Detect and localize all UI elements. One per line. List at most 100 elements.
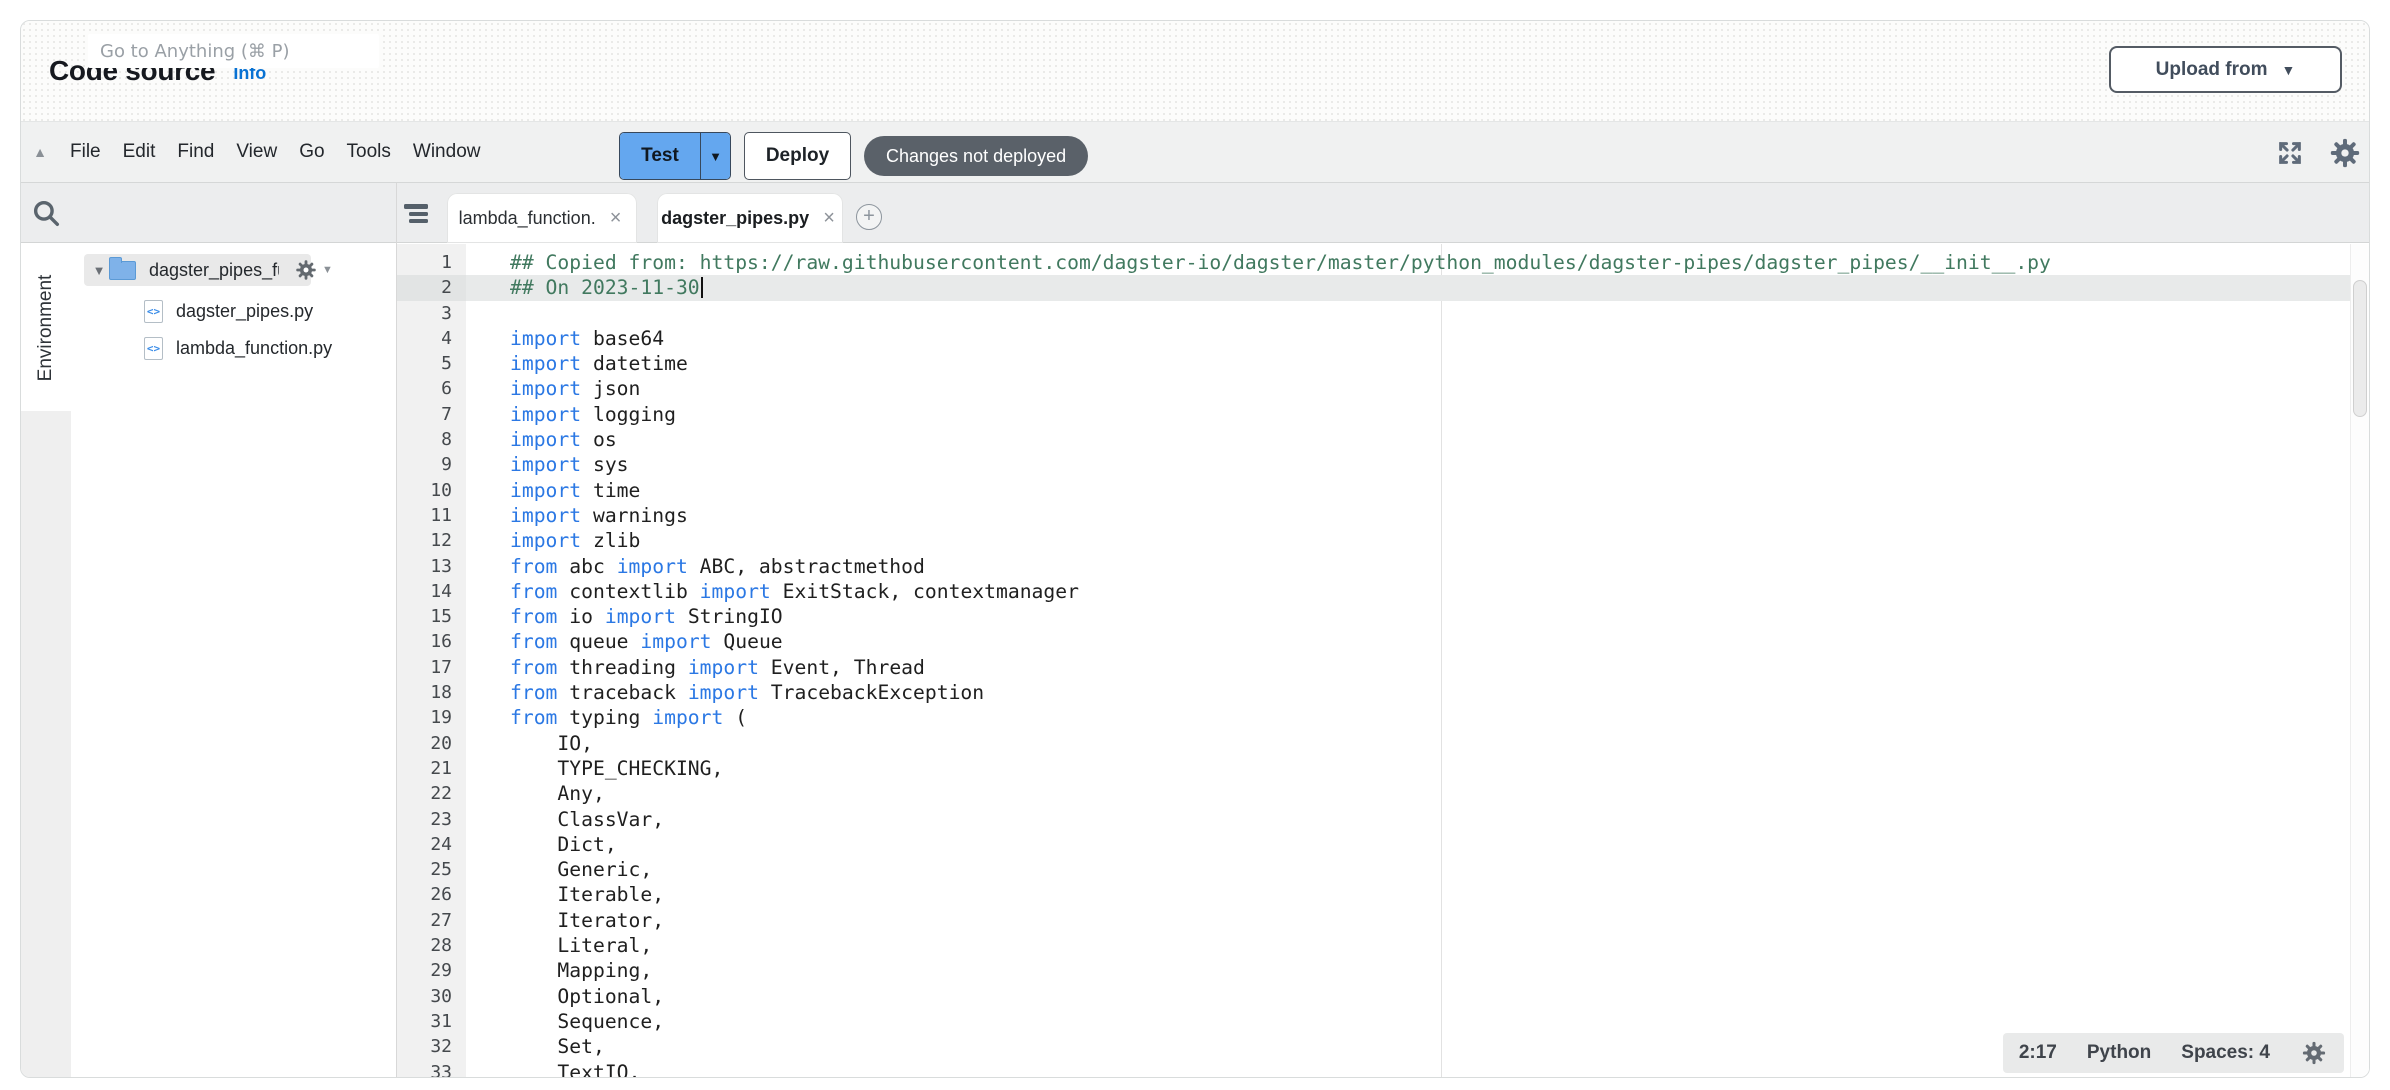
- tree-file-dagster-pipes-py[interactable]: <>dagster_pipes.py: [144, 296, 313, 326]
- line-number[interactable]: 18: [397, 680, 466, 705]
- menu-item-go[interactable]: Go: [288, 135, 335, 169]
- tree-file-lambda-function-py[interactable]: <>lambda_function.py: [144, 333, 332, 363]
- menu-item-tools[interactable]: Tools: [336, 135, 402, 169]
- line-number[interactable]: 3: [397, 301, 466, 326]
- code-line[interactable]: Mapping,: [397, 958, 2350, 983]
- editor-tab-dagster-pipes-py[interactable]: dagster_pipes.py×: [657, 193, 843, 243]
- line-number[interactable]: 31: [397, 1009, 466, 1034]
- environment-tab[interactable]: Environment: [21, 243, 71, 411]
- line-number[interactable]: 7: [397, 402, 466, 427]
- line-number[interactable]: 22: [397, 781, 466, 806]
- line-number[interactable]: 8: [397, 427, 466, 452]
- upload-from-button[interactable]: Upload from ▼: [2109, 46, 2342, 93]
- code-line[interactable]: from contextlib import ExitStack, contex…: [397, 579, 2350, 604]
- code-editor[interactable]: ## Copied from: https://raw.githubuserco…: [397, 244, 2369, 1077]
- line-number[interactable]: 27: [397, 908, 466, 933]
- code-line[interactable]: from typing import (: [397, 705, 2350, 730]
- test-button[interactable]: Test: [620, 133, 700, 179]
- editor-tab-lambda-function[interactable]: lambda_function.×: [447, 193, 637, 243]
- menu-item-edit[interactable]: Edit: [112, 135, 167, 169]
- line-number[interactable]: 25: [397, 857, 466, 882]
- line-number[interactable]: 17: [397, 655, 466, 680]
- code-line[interactable]: [397, 301, 2350, 326]
- line-number[interactable]: 6: [397, 376, 466, 401]
- code-line[interactable]: Sequence,: [397, 1009, 2350, 1034]
- code-line[interactable]: from io import StringIO: [397, 604, 2350, 629]
- code-line[interactable]: Dict,: [397, 832, 2350, 857]
- code-line[interactable]: import datetime: [397, 351, 2350, 376]
- code-line[interactable]: ClassVar,: [397, 807, 2350, 832]
- line-number[interactable]: 11: [397, 503, 466, 528]
- line-number[interactable]: 1: [397, 250, 466, 275]
- code-line[interactable]: import os: [397, 427, 2350, 452]
- test-dropdown-caret[interactable]: ▼: [700, 133, 730, 179]
- menu-item-find[interactable]: Find: [166, 135, 225, 169]
- settings-gear-icon[interactable]: [2328, 136, 2362, 170]
- line-number[interactable]: 9: [397, 452, 466, 477]
- language-mode[interactable]: Python: [2087, 1042, 2151, 1064]
- test-split-button[interactable]: Test ▼: [619, 132, 731, 180]
- line-number[interactable]: 13: [397, 554, 466, 579]
- tab-close-icon[interactable]: ×: [606, 207, 626, 230]
- menu-item-window[interactable]: Window: [402, 135, 492, 169]
- menu-item-file[interactable]: File: [59, 135, 112, 169]
- line-number[interactable]: 29: [397, 958, 466, 983]
- line-number[interactable]: 21: [397, 756, 466, 781]
- cursor-position[interactable]: 2:17: [2019, 1042, 2057, 1064]
- code-line[interactable]: import sys: [397, 452, 2350, 477]
- line-number[interactable]: 15: [397, 604, 466, 629]
- fullscreen-icon[interactable]: [2276, 139, 2304, 167]
- tree-settings-gear-icon[interactable]: ▼: [293, 257, 333, 283]
- line-number[interactable]: 10: [397, 478, 466, 503]
- code-line[interactable]: Iterator,: [397, 908, 2350, 933]
- line-number[interactable]: 19: [397, 705, 466, 730]
- code-line[interactable]: from threading import Event, Thread: [397, 655, 2350, 680]
- search-icon[interactable]: [29, 196, 63, 230]
- collapse-panel-icon[interactable]: ▲: [25, 144, 55, 160]
- deploy-button[interactable]: Deploy: [744, 132, 851, 180]
- indentation-setting[interactable]: Spaces: 4: [2181, 1042, 2270, 1064]
- tab-close-icon[interactable]: ×: [819, 207, 839, 230]
- code-line[interactable]: Literal,: [397, 933, 2350, 958]
- code-line[interactable]: ## Copied from: https://raw.githubuserco…: [397, 250, 2350, 275]
- code-line[interactable]: import base64: [397, 326, 2350, 351]
- tree-folder-row[interactable]: ▼ dagster_pipes_funct ▼: [89, 254, 333, 286]
- code-line[interactable]: Optional,: [397, 984, 2350, 1009]
- code-line[interactable]: from queue import Queue: [397, 629, 2350, 654]
- line-number[interactable]: 4: [397, 326, 466, 351]
- line-number[interactable]: 26: [397, 882, 466, 907]
- line-number[interactable]: 12: [397, 528, 466, 553]
- line-number[interactable]: 16: [397, 629, 466, 654]
- line-number[interactable]: 30: [397, 984, 466, 1009]
- editor-scrollbar-track[interactable]: [2350, 244, 2369, 1077]
- code-line[interactable]: from traceback import TracebackException: [397, 680, 2350, 705]
- line-number[interactable]: 32: [397, 1034, 466, 1059]
- tab-list-icon[interactable]: [404, 204, 428, 226]
- line-number[interactable]: 28: [397, 933, 466, 958]
- line-number[interactable]: 14: [397, 579, 466, 604]
- code-line[interactable]: from abc import ABC, abstractmethod: [397, 554, 2350, 579]
- code-line[interactable]: Any,: [397, 781, 2350, 806]
- code-line[interactable]: IO,: [397, 731, 2350, 756]
- menu-item-view[interactable]: View: [225, 135, 288, 169]
- line-number[interactable]: 23: [397, 807, 466, 832]
- code-line[interactable]: Generic,: [397, 857, 2350, 882]
- go-to-anything-input[interactable]: [88, 34, 379, 68]
- line-number[interactable]: 24: [397, 832, 466, 857]
- code-line[interactable]: Iterable,: [397, 882, 2350, 907]
- line-number[interactable]: 5: [397, 351, 466, 376]
- new-tab-icon[interactable]: +: [856, 204, 882, 230]
- code-line[interactable]: import zlib: [397, 528, 2350, 553]
- line-number[interactable]: 33: [397, 1060, 466, 1078]
- code-line[interactable]: import warnings: [397, 503, 2350, 528]
- code-line[interactable]: import json: [397, 376, 2350, 401]
- code-line[interactable]: ## On 2023-11-30: [397, 275, 2350, 300]
- code-line[interactable]: TYPE_CHECKING,: [397, 756, 2350, 781]
- code-line[interactable]: import logging: [397, 402, 2350, 427]
- editor-scrollbar-thumb[interactable]: [2353, 280, 2367, 417]
- line-number[interactable]: 20: [397, 731, 466, 756]
- chevron-down-icon[interactable]: ▼: [89, 263, 109, 278]
- line-number[interactable]: 2: [397, 275, 466, 300]
- code-line[interactable]: import time: [397, 478, 2350, 503]
- editor-settings-gear-icon[interactable]: [2300, 1039, 2328, 1067]
